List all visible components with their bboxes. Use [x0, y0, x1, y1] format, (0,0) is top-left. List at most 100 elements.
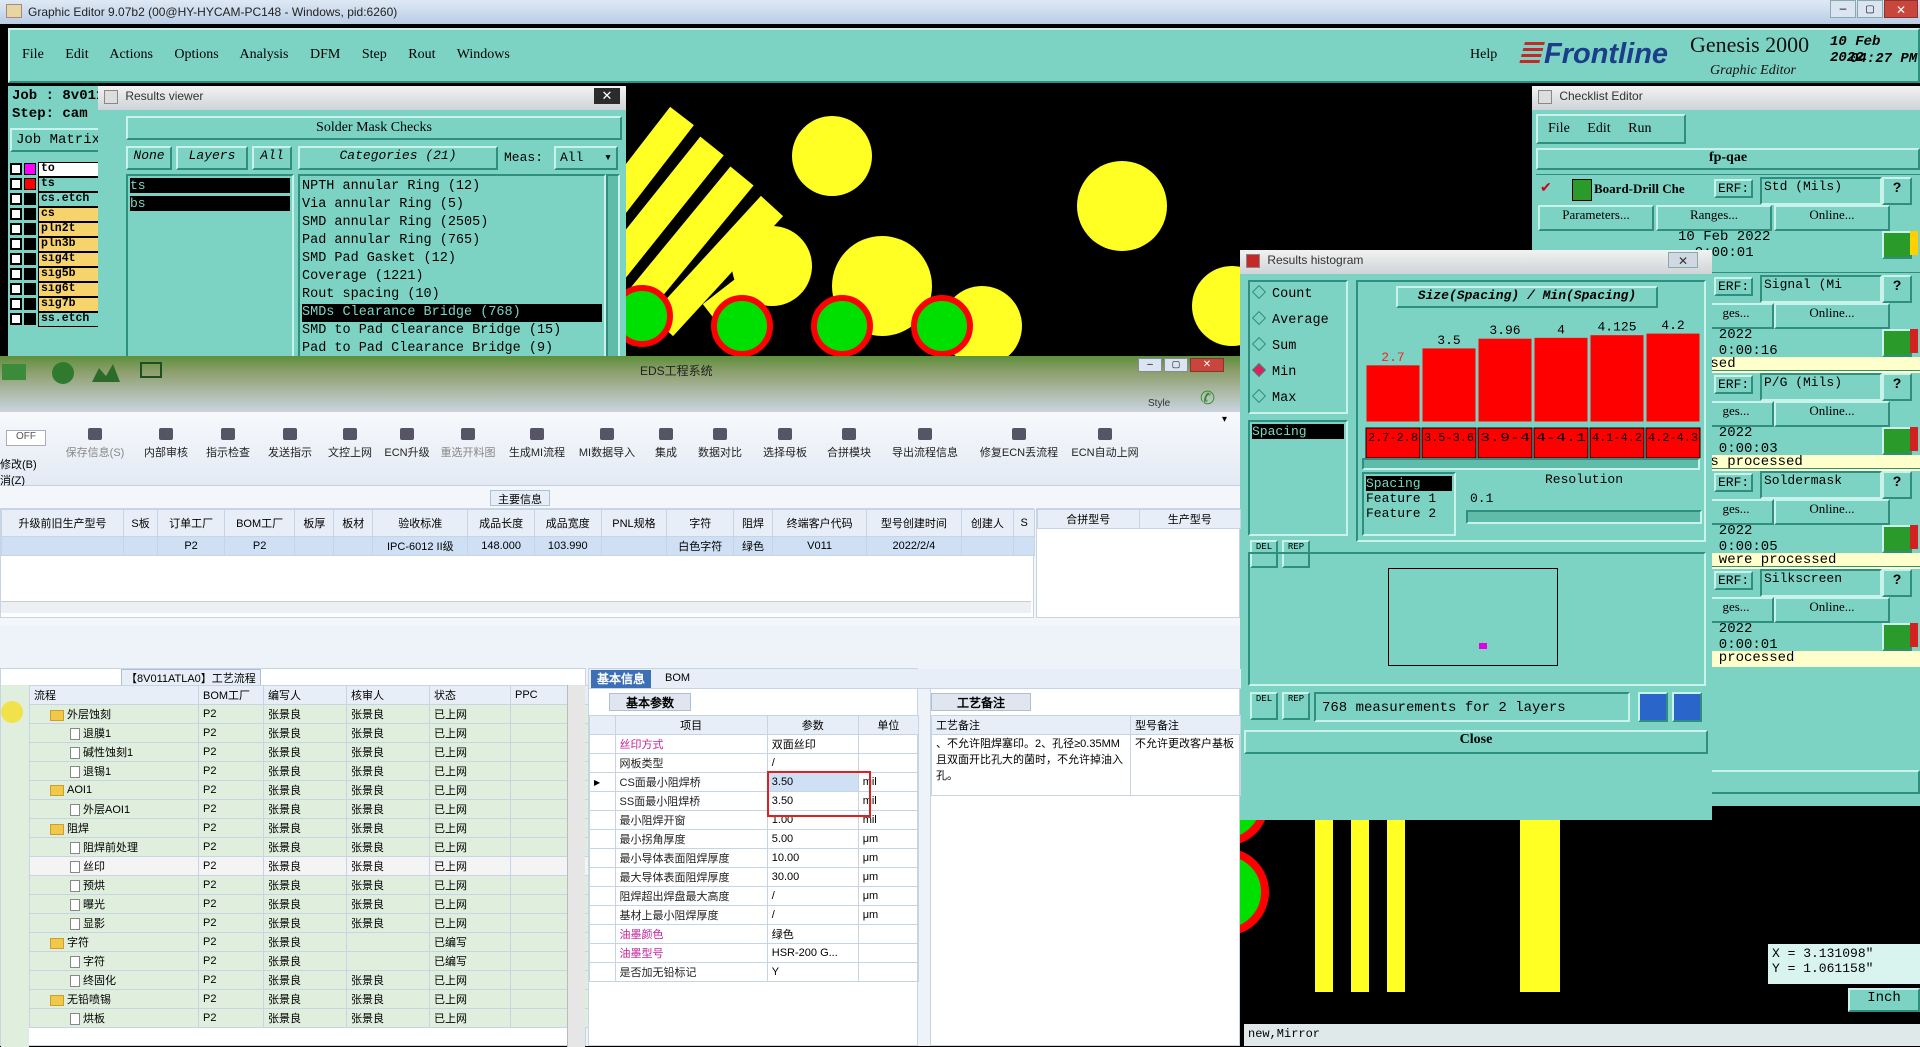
menu-windows[interactable]: Windows — [457, 47, 510, 62]
online-button[interactable]: Online... — [1774, 597, 1890, 623]
main-info-cell[interactable]: IPC-6012 II级 — [372, 536, 469, 556]
param-value[interactable]: HSR-200 G... — [766, 943, 859, 963]
erf-value[interactable]: Std (Mils) — [1760, 177, 1882, 205]
online-button[interactable]: Online... — [1774, 401, 1890, 427]
main-info-cell[interactable]: 绿色 — [733, 536, 773, 556]
basic-params-tab[interactable]: 基本参数 — [609, 693, 691, 711]
main-info-cell[interactable]: 103.990 — [533, 536, 602, 556]
main-info-col[interactable]: 型号创建时间 — [866, 509, 962, 537]
histogram-bar[interactable] — [1645, 332, 1701, 423]
eds-minimize-button[interactable]: – — [1138, 358, 1162, 372]
main-info-col[interactable]: 验收标准 — [372, 509, 469, 537]
main-info-cell[interactable] — [960, 536, 1015, 556]
param-value[interactable]: Y — [766, 962, 859, 982]
category-scrollbar[interactable] — [606, 174, 620, 386]
param-value[interactable]: 30.00 — [766, 867, 859, 887]
param-row[interactable]: 阻焊超出焊盘最大高度 / μm — [589, 886, 920, 906]
toolbar-button-7[interactable]: 生成MI流程 — [504, 428, 570, 460]
toolbar-button-6[interactable]: 重选开料图 — [436, 428, 500, 460]
option-sum[interactable]: Sum — [1250, 334, 1346, 360]
param-row[interactable]: 丝印方式 双面丝印 — [589, 734, 920, 754]
main-info-col[interactable]: 板材 — [333, 509, 374, 537]
layer-display-icon[interactable] — [24, 283, 36, 296]
toolbar-button-11[interactable]: 选择母板 — [752, 428, 818, 460]
flow-row[interactable]: 外层AOI1P2张景良张景良已上网付 — [29, 799, 631, 819]
zoom-icon[interactable] — [1882, 329, 1912, 357]
help-question-icon[interactable]: ? — [1882, 569, 1912, 597]
layer-color-icon[interactable] — [10, 253, 22, 266]
close-button[interactable]: ✕ — [1884, 0, 1918, 18]
param-row[interactable]: 基材上最小阻焊厚度 / μm — [589, 905, 920, 925]
main-info-col[interactable]: 板厚 — [294, 509, 335, 537]
menu-options[interactable]: Options — [174, 47, 218, 62]
param-value[interactable]: 5.00 — [766, 829, 859, 849]
parameters-button[interactable]: Parameters... — [1538, 205, 1654, 231]
flow-name-cell[interactable]: 无铅喷锡 — [29, 989, 199, 1009]
flow-scrollbar[interactable] — [567, 685, 585, 1047]
toolbar-button-4[interactable]: 文控上网 — [322, 428, 378, 460]
unit-button[interactable]: Inch — [1848, 988, 1920, 1012]
layer-display-icon[interactable] — [24, 268, 36, 281]
flow-col[interactable]: 核审人 — [346, 685, 430, 705]
flow-name-cell[interactable]: 烘板 — [29, 1008, 199, 1028]
zoom-icon[interactable] — [1882, 231, 1912, 259]
layer-color-icon[interactable] — [10, 163, 22, 176]
flow-row[interactable]: 丝印P2张景良张景良已上网付 — [29, 856, 631, 876]
result-layer-bs[interactable]: bs — [130, 196, 290, 211]
flow-row[interactable]: 显影P2张景良张景良已上网付 — [29, 913, 631, 933]
flow-col[interactable]: 流程 — [29, 685, 199, 705]
flow-row[interactable]: 终固化P2张景良张景良已上网付 — [29, 970, 631, 990]
flow-row[interactable]: 曝光P2张景良张景良已上网付 — [29, 894, 631, 914]
main-info-cell[interactable] — [600, 536, 668, 556]
param-value[interactable]: 10.00 — [766, 848, 859, 868]
all-button[interactable]: All — [252, 146, 292, 170]
menu-rout[interactable]: Rout — [408, 47, 435, 62]
main-info-row[interactable]: P2 P2 IPC-6012 II级 148.000 103.990 白色字符 绿色 V011… — [1, 536, 1035, 556]
menu-analysis[interactable]: Analysis — [240, 47, 289, 62]
main-info-col[interactable]: 成品宽度 — [533, 509, 602, 537]
option-min[interactable]: Min — [1250, 360, 1346, 386]
main-info-col[interactable]: 成品长度 — [467, 509, 535, 537]
flow-row[interactable]: 烘板P2张景良张景良已上网付 — [29, 1008, 631, 1028]
layer-display-icon[interactable] — [24, 193, 36, 206]
main-info-cell[interactable] — [1, 536, 124, 556]
category-item[interactable]: NPTH annular Ring (12) — [302, 178, 602, 196]
param-value[interactable]: / — [766, 753, 859, 773]
phone-icon[interactable]: ✆ — [1200, 388, 1218, 408]
main-info-tab[interactable]: 主要信息 — [490, 490, 550, 506]
category-item[interactable]: SMD annular Ring (2505) — [302, 214, 602, 232]
layer-display-icon[interactable] — [24, 223, 36, 236]
resolution-slider[interactable] — [1466, 510, 1702, 524]
online-button[interactable]: Online... — [1774, 499, 1890, 525]
main-info-col[interactable]: 订单工厂 — [157, 509, 225, 537]
flow-row[interactable]: 字符P2张景良已编写付 — [29, 951, 631, 971]
param-value[interactable]: 绿色 — [766, 924, 859, 944]
param-value[interactable]: 双面丝印 — [766, 734, 859, 754]
toolbar-button-15[interactable]: ECN自动上网 — [1068, 428, 1142, 460]
toolbar-button-12[interactable]: 合拼模块 — [822, 428, 876, 460]
zoom-icon[interactable] — [1882, 525, 1912, 553]
flow-row[interactable]: 外层蚀刻P2张景良张景良已上网付 — [29, 704, 631, 724]
check-name[interactable]: Board-Drill Che — [1594, 181, 1685, 197]
param-row[interactable]: 最大导体表面阻焊厚度 30.00 μm — [589, 867, 920, 887]
checkmark-icon[interactable]: ✔ — [1540, 179, 1552, 196]
menu-help[interactable]: Help — [1470, 47, 1497, 63]
flow-row[interactable]: 字符P2张景良已编写付 — [29, 932, 631, 952]
menu-actions[interactable]: Actions — [109, 47, 153, 62]
checklist-menu-run[interactable]: Run — [1628, 121, 1651, 136]
flow-row[interactable]: AOI1P2张景良张景良已上网付 — [29, 780, 631, 800]
result-layer-ts[interactable]: ts — [130, 178, 290, 193]
flow-col[interactable]: BOM工厂 — [198, 685, 264, 705]
basic-info-tab[interactable]: 基本信息 — [591, 670, 652, 688]
flow-name-cell[interactable]: 退锡1 — [29, 761, 199, 781]
flow-name-cell[interactable]: 曝光 — [29, 894, 199, 914]
main-info-col[interactable]: 终端客户代码 — [771, 509, 868, 537]
layer-color-icon[interactable] — [10, 313, 22, 326]
histogram-bar[interactable] — [1589, 334, 1645, 423]
help-question-icon[interactable]: ? — [1882, 177, 1912, 205]
category-item[interactable]: Coverage (1221) — [302, 268, 602, 286]
menu-file[interactable]: File — [22, 47, 44, 62]
checklist-menu-file[interactable]: File — [1548, 121, 1570, 136]
online-button[interactable]: Online... — [1774, 303, 1890, 329]
layer-display-icon[interactable] — [24, 208, 36, 221]
